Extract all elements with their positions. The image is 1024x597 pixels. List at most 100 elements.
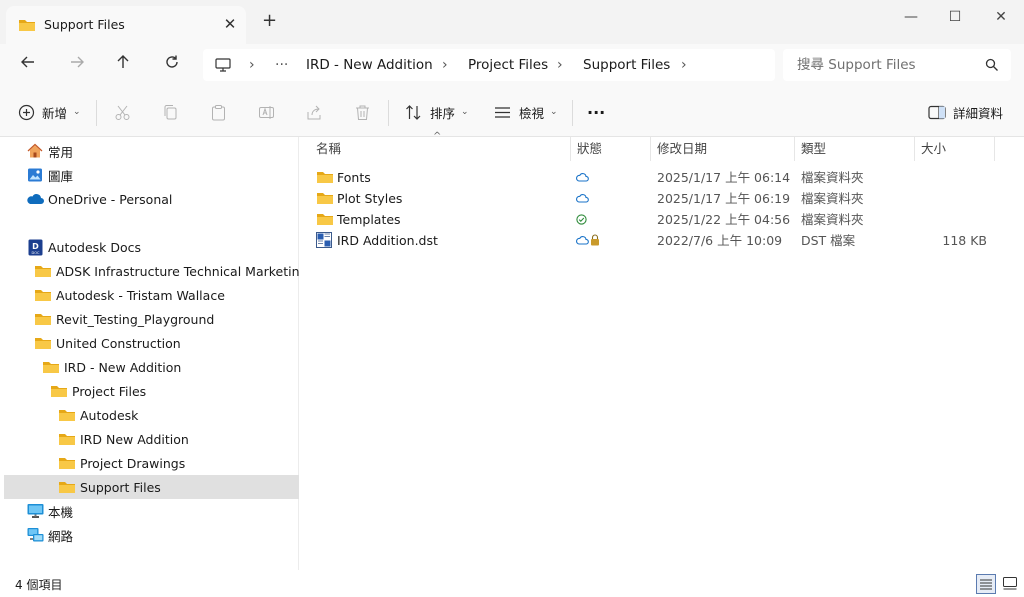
plus-circle-icon <box>18 104 35 120</box>
forward-button[interactable] <box>64 54 90 78</box>
column-header-modified[interactable]: 修改日期 <box>657 137 707 161</box>
sidebar-item-label: 本機 <box>48 504 74 520</box>
breadcrumb-project-files[interactable]: Project Files <box>468 49 548 81</box>
cloud-status-icon <box>576 194 589 203</box>
navigation-pane: 常用 圖庫 OneDrive - Personal D DOC Autodesk … <box>0 137 349 570</box>
delete-button[interactable] <box>354 98 371 126</box>
sidebar-item-label: Autodesk - Tristam Wallace <box>56 287 225 303</box>
maximize-button[interactable]: ☐ <box>940 6 970 28</box>
new-button-label: 新增 <box>42 105 68 121</box>
sidebar-item-ird-new-addition[interactable]: IRD - New Addition <box>4 355 333 379</box>
copy-icon <box>164 104 177 119</box>
cut-button[interactable] <box>114 98 131 126</box>
chevron-right-icon: › <box>249 57 255 73</box>
sidebar-item-revit-testing[interactable]: Revit_Testing_Playground <box>4 307 325 331</box>
refresh-button[interactable] <box>159 54 185 78</box>
sidebar-item-support-files[interactable]: Support Files <box>4 475 349 499</box>
sidebar-item-label: Project Files <box>72 383 147 399</box>
chevron-down-icon: ⌄ <box>73 107 81 117</box>
back-button[interactable] <box>15 54 41 78</box>
sidebar-item-adsk-infrastructure[interactable]: ADSK Infrastructure Technical Marketing <box>4 259 325 283</box>
close-window-button[interactable]: ✕ <box>986 6 1016 28</box>
view-button[interactable]: 檢視 ⌄ <box>494 98 558 126</box>
details-pane-button[interactable]: 詳細資料 <box>928 98 1003 126</box>
onedrive-cloud-icon <box>26 190 44 208</box>
sidebar-item-autodesk-tristam[interactable]: Autodesk - Tristam Wallace <box>4 283 325 307</box>
sidebar-item-united-construction[interactable]: United Construction <box>4 331 325 355</box>
sidebar-item-autodesk-docs[interactable]: D DOC Autodesk Docs <box>4 235 317 259</box>
breadcrumb-overflow-button[interactable]: ··· <box>275 49 288 81</box>
new-button[interactable]: 新增 ⌄ <box>18 98 81 126</box>
breadcrumb-ird-new-addition[interactable]: IRD - New Addition <box>306 49 433 81</box>
details-view-button[interactable] <box>976 574 996 594</box>
file-type: DST 檔案 <box>801 233 856 248</box>
navigation-bar: › ··· IRD - New Addition › Project Files… <box>0 44 1024 88</box>
sort-button[interactable]: 排序 ⌄ <box>405 98 469 126</box>
toolbar-divider <box>572 100 573 126</box>
file-row-plot-styles[interactable]: Plot Styles 2025/1/17 上午 06:19 檔案資料夾 <box>311 188 1001 209</box>
chevron-right-icon[interactable]: › <box>442 49 448 81</box>
sidebar-item-label: Revit_Testing_Playground <box>56 311 215 327</box>
up-button[interactable] <box>110 54 136 78</box>
column-divider[interactable] <box>650 137 651 161</box>
sidebar-item-autodesk[interactable]: Autodesk <box>4 403 349 427</box>
lock-icon <box>591 234 599 246</box>
sidebar-item-onedrive[interactable]: OneDrive - Personal <box>4 187 317 211</box>
column-divider[interactable] <box>994 137 995 161</box>
file-row-templates[interactable]: Templates 2025/1/22 上午 04:56 檔案資料夾 <box>311 209 1001 230</box>
copy-button[interactable] <box>162 98 179 126</box>
sidebar-item-network[interactable]: 網路 <box>4 523 317 547</box>
file-type: 檔案資料夾 <box>801 191 864 206</box>
folder-icon <box>58 478 76 496</box>
sidebar-item-project-files[interactable]: Project Files <box>4 379 341 403</box>
search-box[interactable] <box>783 49 1011 81</box>
chevron-right-icon[interactable]: › <box>681 49 687 81</box>
breadcrumb-support-files[interactable]: Support Files <box>583 49 670 81</box>
sidebar-item-label: ADSK Infrastructure Technical Marketing <box>56 263 308 279</box>
column-header-size[interactable]: 大小 <box>921 137 946 161</box>
tab-close-button[interactable]: ✕ <box>220 15 240 33</box>
command-bar: 新增 ⌄ 排序 ⌄ 檢視 ⌄ ··· 詳細資料 <box>0 88 1024 137</box>
column-divider[interactable] <box>570 137 571 161</box>
sidebar-item-gallery[interactable]: 圖庫 <box>4 163 317 187</box>
file-row-fonts[interactable]: Fonts 2025/1/17 上午 06:14 檔案資料夾 <box>311 167 1001 188</box>
file-modified: 2025/1/17 上午 06:14 <box>657 170 791 185</box>
folder-icon <box>58 454 76 472</box>
toolbar-divider <box>388 100 389 126</box>
column-header-status[interactable]: 狀態 <box>577 137 602 161</box>
address-bar[interactable]: › ··· IRD - New Addition › Project Files… <box>203 49 775 81</box>
column-header-name[interactable]: 名稱 <box>316 137 341 161</box>
tiles-view-icon <box>1003 577 1017 590</box>
share-button[interactable] <box>306 98 323 126</box>
column-header-type[interactable]: 類型 <box>801 137 826 161</box>
file-name: Fonts <box>337 170 371 185</box>
tiles-view-button[interactable] <box>1000 574 1020 594</box>
details-pane-label: 詳細資料 <box>953 105 1004 121</box>
home-icon <box>26 142 44 160</box>
sidebar-item-ird-new-addition-sub[interactable]: IRD New Addition <box>4 427 349 451</box>
file-row-ird-addition-dst[interactable]: IRD Addition.dst 2022/7/6 上午 10:09 DST 檔… <box>311 230 1001 251</box>
sidebar-item-this-pc[interactable]: 本機 <box>4 499 317 523</box>
more-options-button[interactable]: ··· <box>587 98 605 126</box>
rename-icon <box>259 105 274 119</box>
sidebar-item-home[interactable]: 常用 <box>4 139 317 163</box>
chevron-right-icon[interactable]: › <box>557 49 563 81</box>
paste-button[interactable] <box>210 98 227 126</box>
new-tab-button[interactable]: + <box>262 12 277 30</box>
file-modified: 2022/7/6 上午 10:09 <box>657 233 783 248</box>
sidebar-item-label: OneDrive - Personal <box>48 191 173 207</box>
svg-text:DOC: DOC <box>31 251 39 255</box>
sidebar-item-label: 圖庫 <box>48 168 74 184</box>
file-type: 檔案資料夾 <box>801 212 864 227</box>
sidebar-item-project-drawings[interactable]: Project Drawings <box>4 451 349 475</box>
computer-icon <box>215 58 231 72</box>
search-input[interactable] <box>797 49 977 81</box>
sidebar-item-label: Support Files <box>80 479 161 495</box>
tab-support-files[interactable]: Support Files ✕ <box>6 6 246 44</box>
trash-icon <box>356 105 369 120</box>
minimize-button[interactable]: — <box>896 6 926 28</box>
column-divider[interactable] <box>794 137 795 161</box>
rename-button[interactable] <box>258 98 275 126</box>
column-divider[interactable] <box>914 137 915 161</box>
sidebar-item-label: Project Drawings <box>80 455 186 471</box>
